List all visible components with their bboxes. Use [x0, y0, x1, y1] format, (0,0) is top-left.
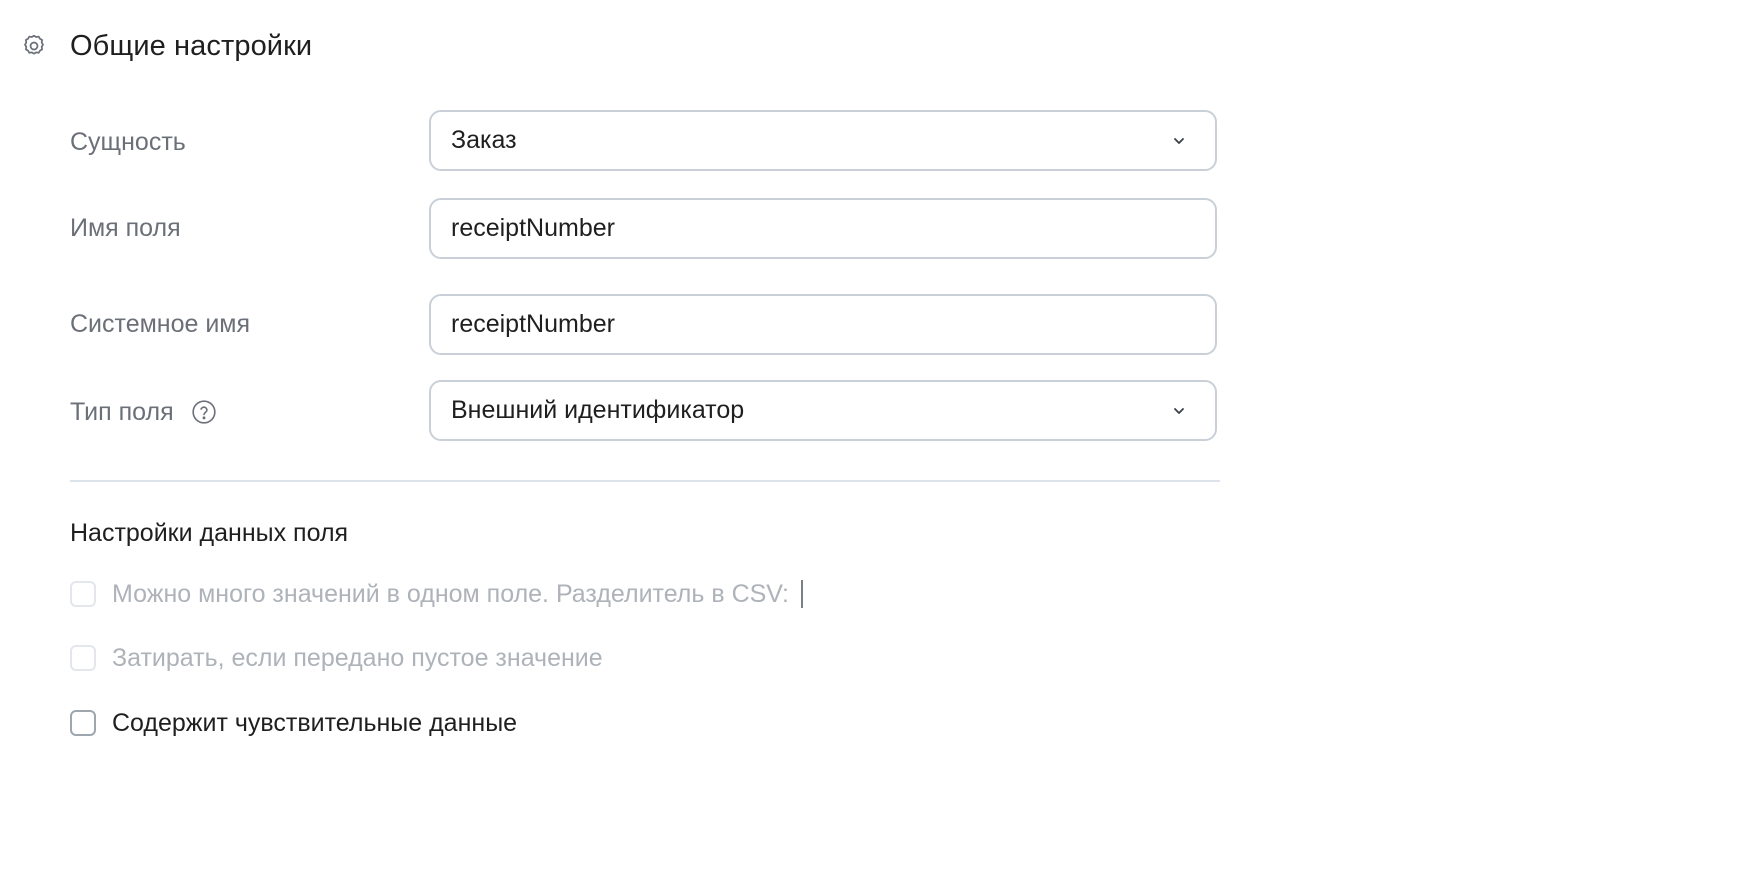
chevron-down-icon — [1167, 129, 1191, 153]
entity-select-value: Заказ — [451, 126, 517, 154]
field-name-value: receiptNumber — [451, 214, 615, 242]
entity-label: Сущность — [70, 122, 186, 162]
field-name-label-text: Имя поля — [70, 213, 181, 242]
gear-icon — [20, 32, 48, 60]
option-multiple-values[interactable]: Можно много значений в одном поле. Разде… — [70, 577, 803, 611]
field-type-select[interactable]: Внешний идентификатор — [429, 380, 1217, 441]
system-name-input[interactable]: receiptNumber — [429, 294, 1217, 355]
option-overwrite-empty-label: Затирать, если передано пустое значение — [112, 643, 603, 672]
system-name-value: receiptNumber — [451, 310, 615, 338]
entity-label-text: Сущность — [70, 127, 186, 156]
field-type-select-value: Внешний идентификатор — [451, 396, 745, 424]
system-name-label-text: Системное имя — [70, 309, 251, 338]
checkbox-overwrite-empty[interactable] — [70, 645, 96, 671]
field-name-input[interactable]: receiptNumber — [429, 198, 1217, 259]
checkbox-multiple-values[interactable] — [70, 581, 96, 607]
text-caret — [801, 580, 803, 608]
entity-select[interactable]: Заказ — [429, 110, 1217, 171]
chevron-down-icon — [1167, 399, 1191, 423]
system-name-label: Системное имя — [70, 304, 250, 344]
option-sensitive-data-label: Содержит чувствительные данные — [112, 708, 518, 737]
option-sensitive-data[interactable]: Содержит чувствительные данные — [70, 706, 517, 740]
page-title: Общие настройки — [70, 29, 313, 62]
data-settings-title: Настройки данных поля — [70, 519, 349, 547]
field-type-label-text: Тип поля — [70, 397, 174, 426]
question-circle-icon[interactable] — [190, 398, 218, 426]
checkbox-sensitive-data[interactable] — [70, 710, 96, 736]
option-overwrite-empty[interactable]: Затирать, если передано пустое значение — [70, 641, 603, 675]
section-header: Общие настройки — [20, 26, 312, 66]
section-divider — [70, 480, 1220, 482]
option-multiple-values-label: Можно много значений в одном поле. Разде… — [112, 579, 789, 608]
field-type-label: Тип поля — [70, 392, 218, 432]
field-name-label: Имя поля — [70, 208, 181, 248]
